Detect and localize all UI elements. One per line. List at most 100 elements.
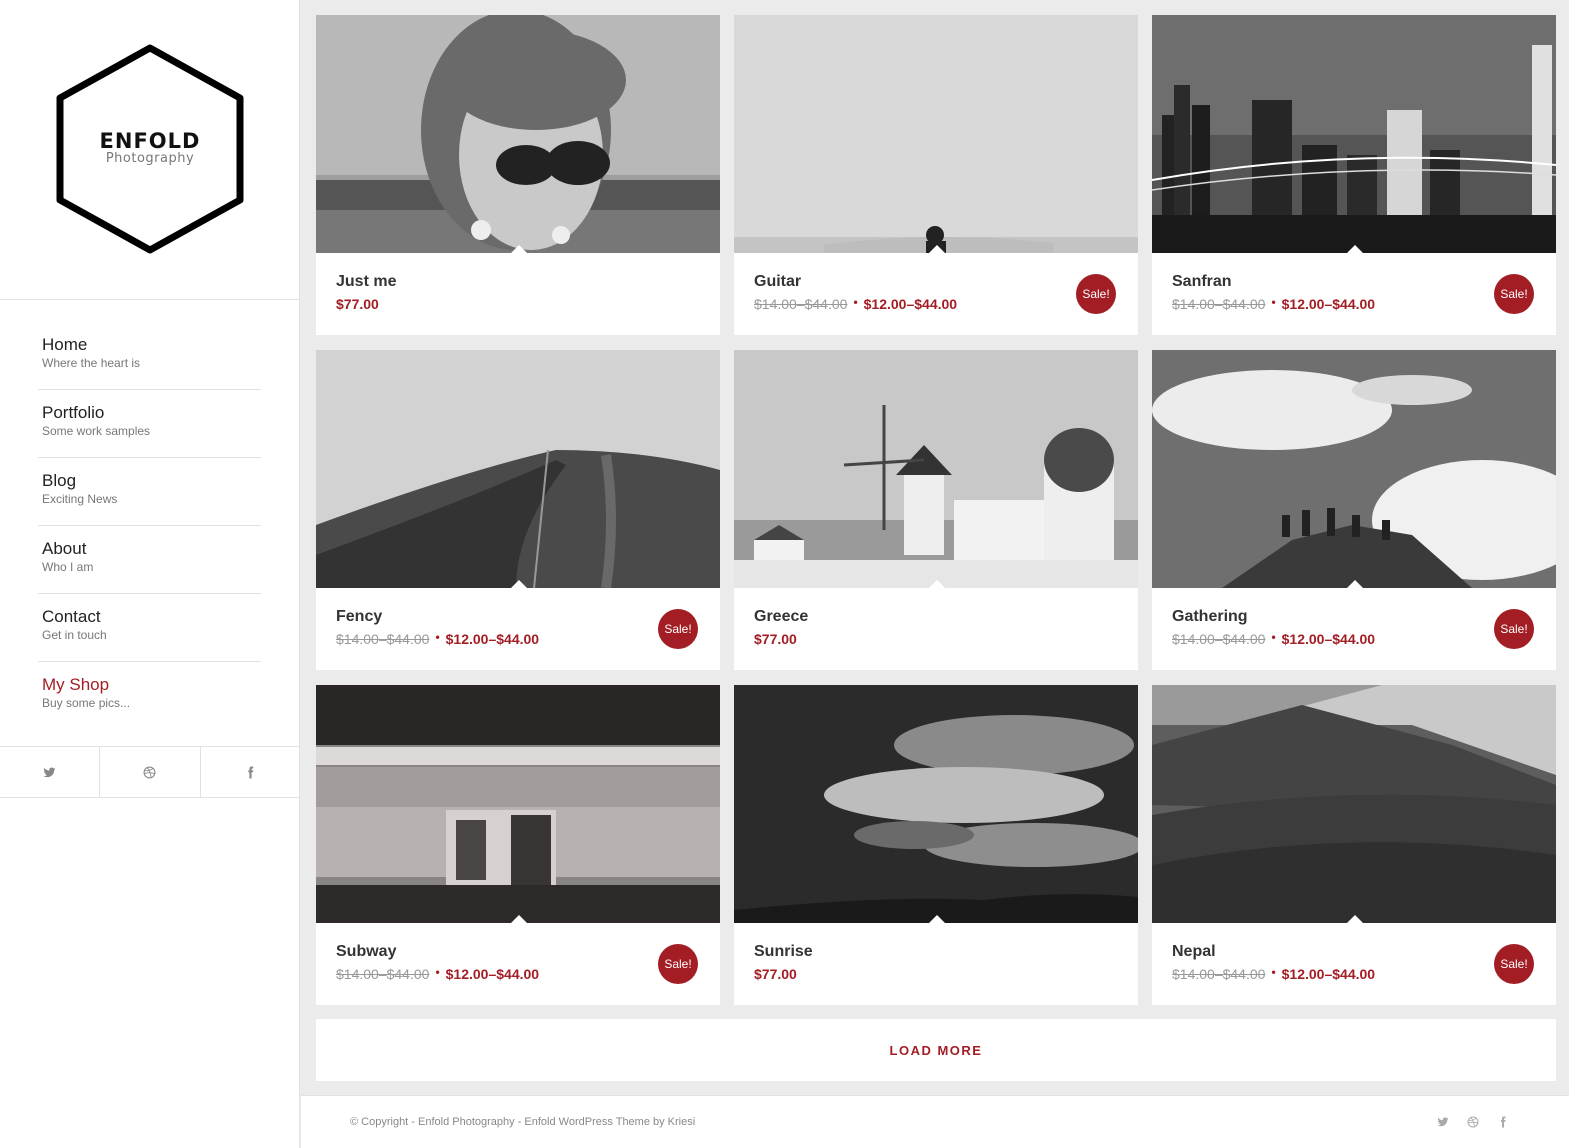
twitter-icon bbox=[43, 767, 56, 777]
sale-badge: Sale! bbox=[658, 609, 698, 649]
product-image[interactable] bbox=[734, 350, 1138, 588]
card-notch bbox=[1347, 915, 1363, 923]
product-card-nepal[interactable]: Nepal $14.00–$44.00 • $12.00–$44.00 Sale! bbox=[1152, 685, 1556, 1005]
product-card-sanfran[interactable]: Sanfran $14.00–$44.00 • $12.00–$44.00 Sale… bbox=[1152, 15, 1556, 335]
nav-sublabel: Some work samples bbox=[42, 424, 151, 438]
old-price: $14.00–$44.00 bbox=[336, 631, 430, 647]
product-image[interactable] bbox=[316, 350, 720, 588]
card-notch bbox=[511, 580, 527, 588]
product-image[interactable] bbox=[734, 685, 1138, 923]
card-notch bbox=[929, 580, 945, 588]
card-notch bbox=[1347, 580, 1363, 588]
product-title[interactable]: Just me bbox=[336, 273, 396, 291]
nav-label: About bbox=[42, 539, 87, 558]
footer-twitter-link[interactable] bbox=[1437, 1115, 1449, 1127]
card-notch bbox=[511, 245, 527, 253]
product-title[interactable]: Nepal bbox=[1172, 943, 1216, 961]
product-image[interactable] bbox=[1152, 685, 1556, 923]
old-price: $14.00–$44.00 bbox=[1172, 631, 1266, 647]
product-image[interactable] bbox=[1152, 15, 1556, 253]
logo-subtitle: Photography bbox=[105, 151, 195, 166]
nav-label: Home bbox=[42, 335, 88, 354]
product-price: $14.00–$44.00 • $12.00–$44.00 bbox=[336, 965, 540, 982]
card-notch bbox=[511, 915, 527, 923]
greece-village-photo bbox=[734, 350, 1138, 588]
nav-sublabel: Get in touch bbox=[42, 628, 107, 642]
product-image[interactable] bbox=[316, 15, 720, 253]
product-price: $77.00 bbox=[754, 631, 797, 647]
product-title[interactable]: Gathering bbox=[1172, 608, 1248, 626]
old-price: $14.00–$44.00 bbox=[1172, 296, 1266, 312]
product-title[interactable]: Guitar bbox=[754, 273, 801, 291]
product-card-subway[interactable]: Subway $14.00–$44.00 • $12.00–$44.00 Sale! bbox=[316, 685, 720, 1005]
product-title[interactable]: Greece bbox=[754, 608, 808, 626]
facebook-link[interactable] bbox=[201, 747, 300, 797]
city-skyline-photo bbox=[1152, 15, 1556, 253]
product-title[interactable]: Sunrise bbox=[754, 943, 813, 961]
rocks-gathering-photo bbox=[1152, 350, 1556, 588]
current-price: $12.00–$44.00 bbox=[863, 296, 958, 312]
product-title[interactable]: Fency bbox=[336, 608, 382, 626]
sale-badge: Sale! bbox=[1494, 944, 1534, 984]
nav-item-blog[interactable]: Blog Exciting News bbox=[38, 458, 261, 526]
product-image[interactable] bbox=[734, 15, 1138, 253]
card-notch bbox=[1347, 245, 1363, 253]
current-price: $12.00–$44.00 bbox=[1281, 966, 1376, 982]
product-card-sunrise[interactable]: Sunrise $77.00 bbox=[734, 685, 1138, 1005]
nav-sublabel: Who I am bbox=[42, 560, 94, 574]
current-price: $77.00 bbox=[336, 296, 379, 312]
footer-copyright: © Copyright - Enfold Photography - Enfol… bbox=[350, 1116, 696, 1128]
footer-facebook-link[interactable] bbox=[1497, 1115, 1509, 1128]
sale-badge: Sale! bbox=[1076, 274, 1116, 314]
nav-item-home[interactable]: Home Where the heart is bbox=[38, 322, 261, 390]
nav-label: My Shop bbox=[42, 675, 110, 694]
nav-sublabel: Exciting News bbox=[42, 492, 118, 506]
sidebar: ENFOLD Photography Home Where the heart … bbox=[0, 0, 300, 1148]
product-title[interactable]: Subway bbox=[336, 943, 396, 961]
current-price: $12.00–$44.00 bbox=[445, 966, 540, 982]
nav-sublabel: Where the heart is bbox=[42, 356, 141, 370]
current-price: $12.00–$44.00 bbox=[1281, 631, 1376, 647]
product-title[interactable]: Sanfran bbox=[1172, 273, 1232, 291]
current-price: $12.00–$44.00 bbox=[1281, 296, 1376, 312]
old-price: $14.00–$44.00 bbox=[336, 966, 430, 982]
product-price: $14.00–$44.00 • $12.00–$44.00 bbox=[336, 630, 540, 647]
sidebar-social-bar bbox=[0, 746, 300, 798]
product-card-greece[interactable]: Greece $77.00 bbox=[734, 350, 1138, 670]
nav-sublabel: Buy some pics... bbox=[42, 696, 131, 710]
card-notch bbox=[929, 915, 945, 923]
old-price: $14.00–$44.00 bbox=[1172, 966, 1266, 982]
product-card-gathering[interactable]: Gathering $14.00–$44.00 • $12.00–$44.00 Sa… bbox=[1152, 350, 1556, 670]
product-image[interactable] bbox=[316, 685, 720, 923]
product-price: $14.00–$44.00 • $12.00–$44.00 bbox=[1172, 295, 1376, 312]
current-price: $77.00 bbox=[754, 631, 797, 647]
current-price: $77.00 bbox=[754, 966, 797, 982]
subway-photo bbox=[316, 685, 720, 923]
dribbble-icon bbox=[144, 766, 156, 778]
dribbble-link[interactable] bbox=[100, 747, 201, 797]
nav-item-about[interactable]: About Who I am bbox=[38, 526, 261, 594]
footer-dribbble-link[interactable] bbox=[1467, 1115, 1479, 1128]
nav-item-portfolio[interactable]: Portfolio Some work samples bbox=[38, 390, 261, 458]
logo[interactable]: ENFOLD Photography bbox=[0, 0, 300, 300]
product-card-guitar[interactable]: Guitar $14.00–$44.00 • $12.00–$44.00 Sale! bbox=[734, 15, 1138, 335]
nav-label: Contact bbox=[42, 607, 101, 626]
main-nav: Home Where the heart is Portfolio Some w… bbox=[38, 322, 261, 730]
sale-badge: Sale! bbox=[1494, 609, 1534, 649]
twitter-link[interactable] bbox=[0, 747, 101, 797]
twitter-icon bbox=[1437, 1117, 1449, 1127]
facebook-icon bbox=[248, 766, 254, 778]
dribbble-icon bbox=[1467, 1116, 1479, 1128]
nav-item-my-shop[interactable]: My Shop Buy some pics... bbox=[38, 662, 261, 730]
load-more-button[interactable]: LOAD MORE bbox=[316, 1019, 1556, 1081]
card-notch bbox=[929, 245, 945, 253]
old-price: $14.00–$44.00 bbox=[754, 296, 848, 312]
hill-fence-photo bbox=[316, 350, 720, 588]
product-price: $14.00–$44.00 • $12.00–$44.00 bbox=[1172, 965, 1376, 982]
clouds-sky-photo bbox=[734, 685, 1138, 923]
nav-item-contact[interactable]: Contact Get in touch bbox=[38, 594, 261, 662]
product-image[interactable] bbox=[1152, 350, 1556, 588]
product-price: $14.00–$44.00 • $12.00–$44.00 bbox=[1172, 630, 1376, 647]
product-card-fency[interactable]: Fency $14.00–$44.00 • $12.00–$44.00 Sale! bbox=[316, 350, 720, 670]
product-card-just-me[interactable]: Just me $77.00 bbox=[316, 15, 720, 335]
